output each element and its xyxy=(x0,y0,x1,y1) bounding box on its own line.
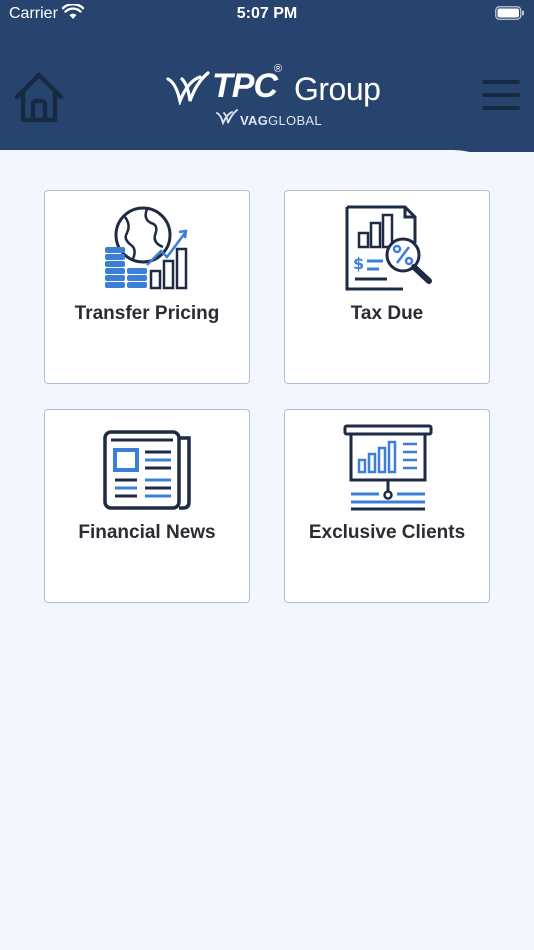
globe-coins-chart-icon xyxy=(105,206,188,290)
status-bar: Carrier 5:07 PM xyxy=(0,0,534,28)
logo-mark-icon xyxy=(166,71,210,105)
logo-tpc-text: TPC xyxy=(212,67,278,105)
logo-vagglobal-text: VAGGLOBAL xyxy=(240,113,322,128)
status-time: 5:07 PM xyxy=(236,5,298,22)
presentation-board-icon xyxy=(343,424,433,511)
transfer-pricing-label: Transfer Pricing xyxy=(74,303,220,324)
battery-icon xyxy=(495,6,524,20)
tpc-group-logo: TPC ® Group VAGGLOBAL xyxy=(166,63,386,129)
hamburger-menu-icon[interactable] xyxy=(482,80,520,114)
vag-mark-icon xyxy=(216,109,238,125)
transfer-pricing-card[interactable]: Transfer Pricing xyxy=(44,190,250,384)
newspaper-icon xyxy=(103,430,191,510)
app-header: Carrier 5:07 PM TPC ® Group VAGGLOBAL xyxy=(0,0,534,152)
exclusive-clients-card[interactable]: Exclusive Clients xyxy=(284,409,490,603)
logo-registered-mark: ® xyxy=(274,63,283,75)
tax-due-card[interactable]: $ Tax Due xyxy=(284,190,490,384)
tax-due-label: Tax Due xyxy=(350,303,424,324)
financial-news-label: Financial News xyxy=(78,522,216,543)
logo-group-text: Group xyxy=(294,71,381,107)
main-content: Transfer Pricing $ Tax Due Financial New… xyxy=(0,150,534,950)
report-magnifier-percent-icon: $ xyxy=(345,205,432,291)
svg-text:$: $ xyxy=(353,254,364,273)
financial-news-card[interactable]: Financial News xyxy=(44,409,250,603)
exclusive-clients-label: Exclusive Clients xyxy=(308,522,466,543)
home-icon[interactable] xyxy=(12,70,66,124)
